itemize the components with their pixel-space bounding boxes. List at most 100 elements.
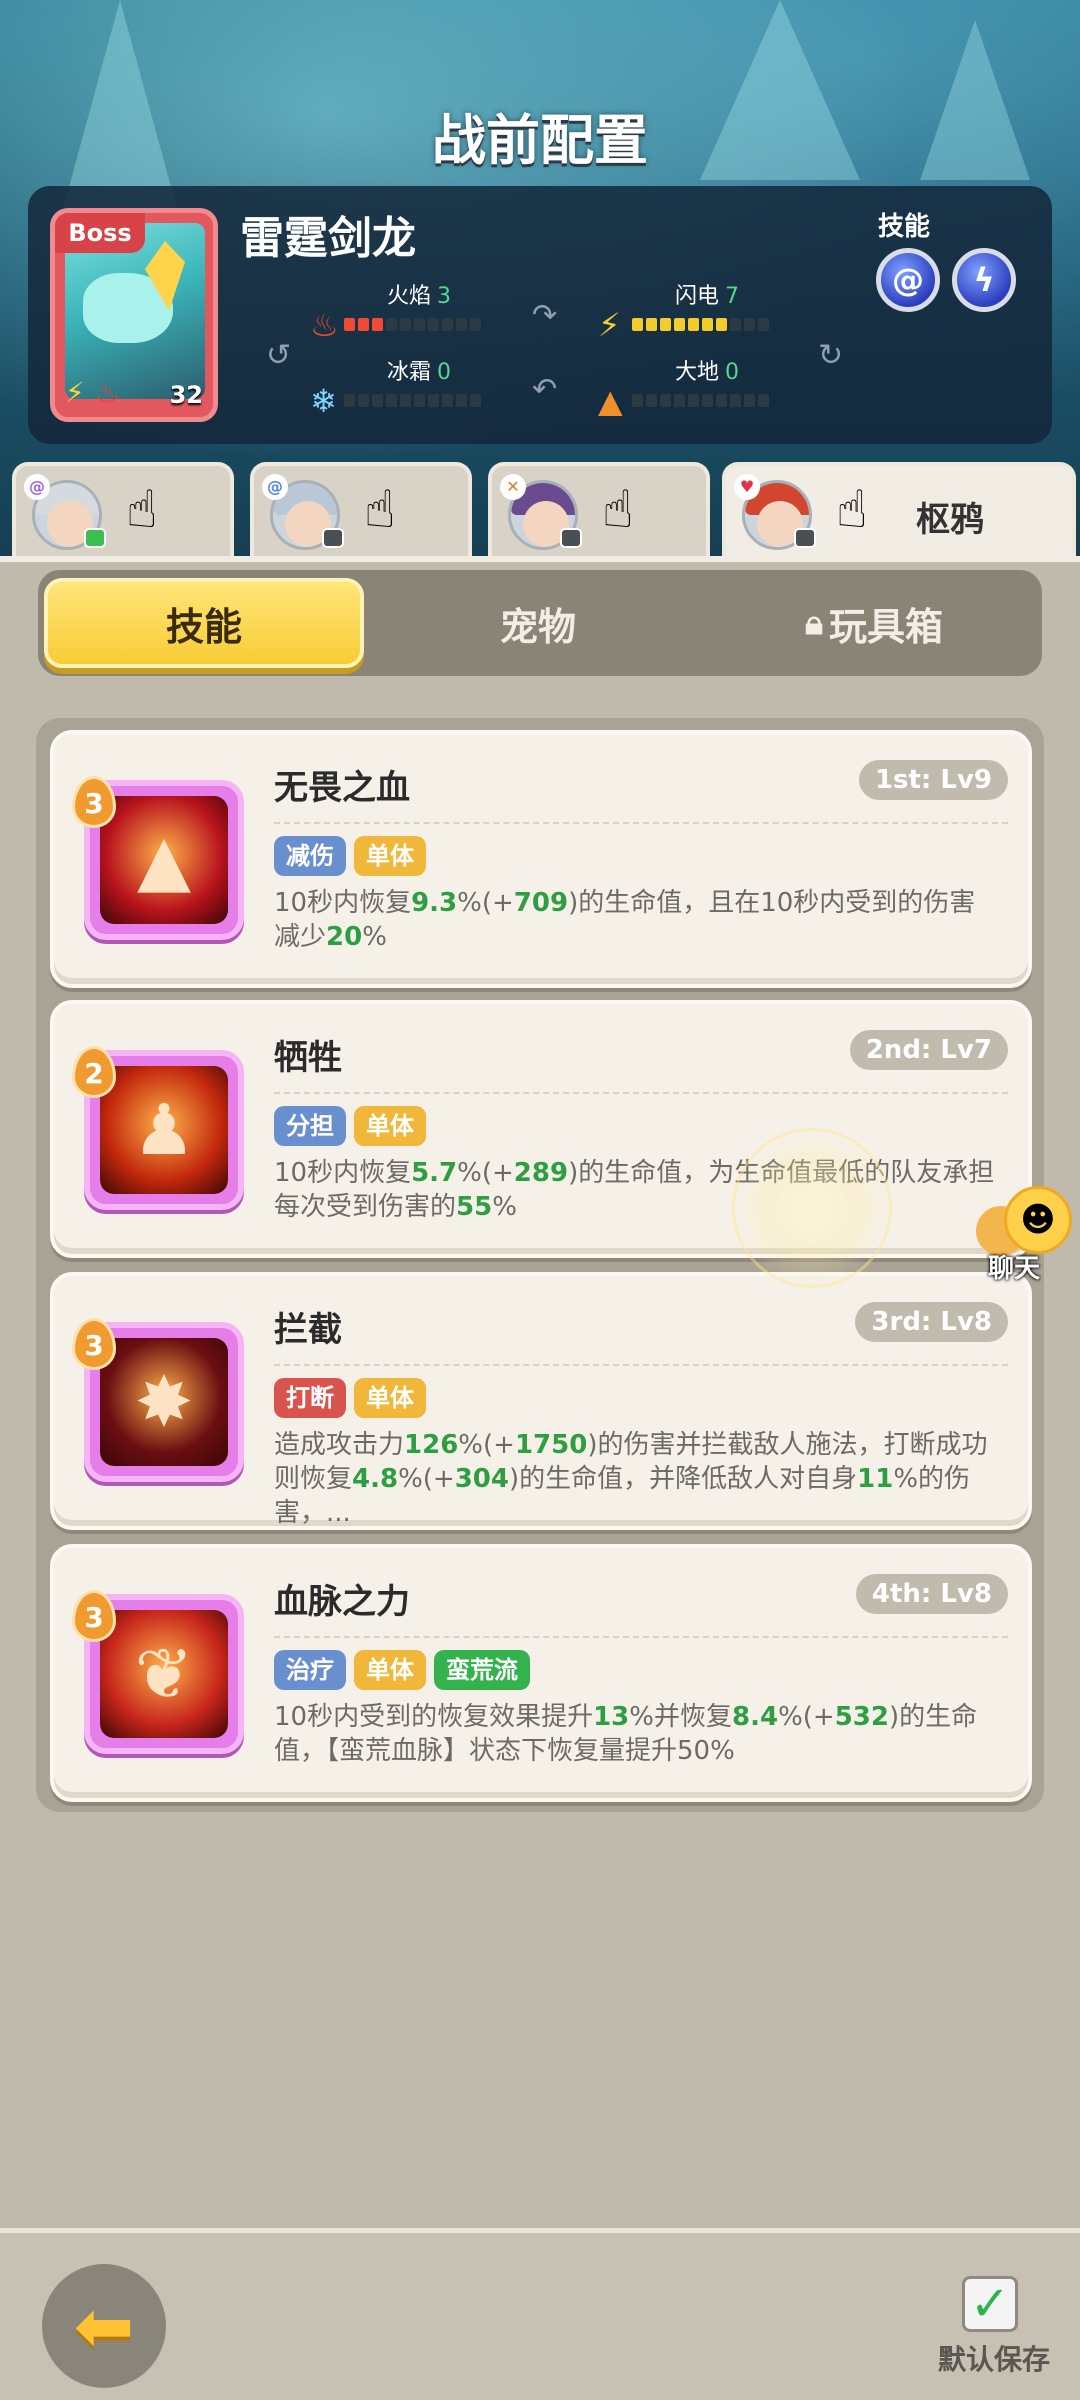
skill-description: 造成攻击力126%(+1750)的伤害并拦截敌人施法，打断成功则恢复4.8%(+…: [274, 1428, 1000, 1530]
skill-text: %(+: [778, 1702, 835, 1732]
skill-level-pill: 3rd: Lv8: [855, 1302, 1008, 1342]
hero-tab-1[interactable]: @ ☝: [12, 462, 234, 558]
vortex-icon: @: [892, 261, 924, 299]
skill-icon: ♟: [100, 1066, 228, 1194]
skill-icon: ▲: [100, 796, 228, 924]
lightning-icon: ⚡: [65, 376, 85, 409]
stat-bar-segment: [688, 318, 699, 331]
skill-text: %并恢复: [629, 1702, 732, 1732]
skill-level-pill: 1st: Lv9: [858, 760, 1008, 800]
skill-value: 126: [404, 1430, 459, 1460]
tap-hand-icon: ☝: [126, 480, 158, 540]
tab-toybox[interactable]: 🔒︎ 玩具箱: [714, 578, 1034, 668]
boss-skill-orb-vortex[interactable]: @: [876, 248, 940, 312]
stat-label: 闪电: [674, 284, 719, 309]
stat-bar-segment: [660, 394, 671, 407]
skill-text: 10秒内恢复: [274, 888, 412, 918]
stat-bar: [632, 318, 782, 331]
stat-bar-segment: [372, 394, 383, 407]
stat-bar-segment: [442, 394, 453, 407]
skill-text: %: [492, 1192, 517, 1222]
stat-bar-segment: [456, 318, 467, 331]
hero-tab-2[interactable]: @ ☝: [250, 462, 472, 558]
skill-tags: 治疗 单体 蛮荒流: [274, 1650, 530, 1690]
stat-fire: ♨ 火焰 3: [310, 278, 494, 344]
stat-bar-segment: [386, 394, 397, 407]
lightning-icon: ⚡: [598, 306, 621, 344]
skill-title: 血脉之力: [274, 1582, 410, 1622]
skill-level-pill: 2nd: Lv7: [849, 1030, 1008, 1070]
skill-description: 10秒内受到的恢复效果提升13%并恢复8.4%(+532)的生命值，【蛮荒血脉】…: [274, 1700, 1000, 1768]
stat-bar-segment: [456, 394, 467, 407]
boss-level: 32: [169, 381, 203, 409]
tap-hand-icon: ☝: [836, 480, 868, 540]
vortex-icon: @: [262, 474, 288, 500]
skill-card[interactable]: ✸ 3 拦截 3rd: Lv8 打断 单体 造成攻击力126%(+1750)的伤害并拦截敌人…: [50, 1272, 1032, 1530]
stat-value: 7: [725, 284, 739, 309]
boss-skill-orb-lightning[interactable]: ϟ: [952, 248, 1016, 312]
skill-value: 4.8: [352, 1464, 399, 1494]
skill-card[interactable]: ❦ 3 血脉之力 4th: Lv8 治疗 单体 蛮荒流 10秒内受到的恢复效果提升13%并恢复…: [50, 1544, 1032, 1802]
skill-text: 10秒内恢复: [274, 1158, 412, 1188]
page-title: 战前配置: [432, 109, 648, 172]
skill-title: 牺牲: [274, 1038, 342, 1078]
back-button[interactable]: ⬅: [42, 2264, 166, 2388]
skill-text: %: [362, 922, 387, 952]
stat-bar-segment: [372, 318, 383, 331]
skill-icon: ✸: [100, 1338, 228, 1466]
skill-value: 8.4: [732, 1702, 779, 1732]
skill-text: %(+: [457, 1158, 514, 1188]
stat-bar-segment: [744, 394, 755, 407]
skill-value: 55: [456, 1192, 493, 1222]
stat-bar-segment: [646, 394, 657, 407]
hero-tab-3[interactable]: ✕ ☝: [488, 462, 710, 558]
stat-bar-segment: [646, 318, 657, 331]
stat-bar-segment: [632, 318, 643, 331]
stat-value: 0: [437, 360, 451, 385]
default-save-label: 默认保存: [938, 2343, 1051, 2376]
lock-icon: 🔒︎: [804, 603, 824, 643]
sword-icon: ✕: [500, 474, 526, 500]
skill-value: 709: [513, 888, 569, 918]
divider: [274, 1636, 1008, 1638]
tab-pets[interactable]: 宠物: [378, 578, 698, 668]
stat-bar: [344, 318, 494, 331]
tap-highlight: [732, 1128, 892, 1288]
stat-bar-segment: [358, 394, 369, 407]
stat-bar-segment: [344, 394, 355, 407]
stat-bar-segment: [470, 318, 481, 331]
stat-bar-segment: [730, 318, 741, 331]
skill-value: 532: [834, 1702, 889, 1732]
stat-bar-segment: [400, 394, 411, 407]
cycle-arrow-icon: ↶: [532, 372, 558, 407]
skill-text: 造成攻击力: [274, 1430, 405, 1460]
skill-tag: 治疗: [274, 1650, 346, 1690]
default-save-checkbox[interactable]: ✓: [962, 2276, 1018, 2332]
hero-tab-active[interactable]: ♥ ☝ 枢鸦: [722, 462, 1076, 558]
hero-name: 枢鸦: [916, 500, 984, 540]
stat-bar-segment: [660, 318, 671, 331]
stat-bar-segment: [386, 318, 397, 331]
skill-tags: 减伤 单体: [274, 836, 426, 876]
stat-bar-segment: [470, 394, 481, 407]
skill-tag: 蛮荒流: [434, 1650, 530, 1690]
snowflake-icon: ❄: [310, 382, 337, 420]
skill-value: 1750: [514, 1430, 588, 1460]
stat-value: 3: [437, 284, 451, 309]
skill-value: 13: [593, 1702, 630, 1732]
tab-skills[interactable]: 技能: [44, 578, 364, 668]
skill-tag: 单体: [354, 1106, 426, 1146]
stat-bar: [344, 394, 494, 407]
vortex-icon: @: [24, 474, 50, 500]
skill-value: 20: [326, 922, 363, 952]
tap-hand-icon: ☝: [602, 480, 634, 540]
stat-bar-segment: [716, 394, 727, 407]
tab-label: 玩具箱: [829, 604, 944, 649]
boss-card[interactable]: Boss ⚡ ♨ 32: [50, 208, 218, 422]
stat-label: 冰霜: [386, 360, 431, 385]
skill-card[interactable]: ▲ 3 无畏之血 1st: Lv9 减伤 单体 10秒内恢复9.3%(+709)的生命值，且…: [50, 730, 1032, 988]
stat-bar-segment: [674, 318, 685, 331]
stat-bar-segment: [688, 394, 699, 407]
cycle-arrow-icon: ↺: [266, 338, 292, 373]
cycle-arrow-icon: ↷: [532, 298, 558, 333]
